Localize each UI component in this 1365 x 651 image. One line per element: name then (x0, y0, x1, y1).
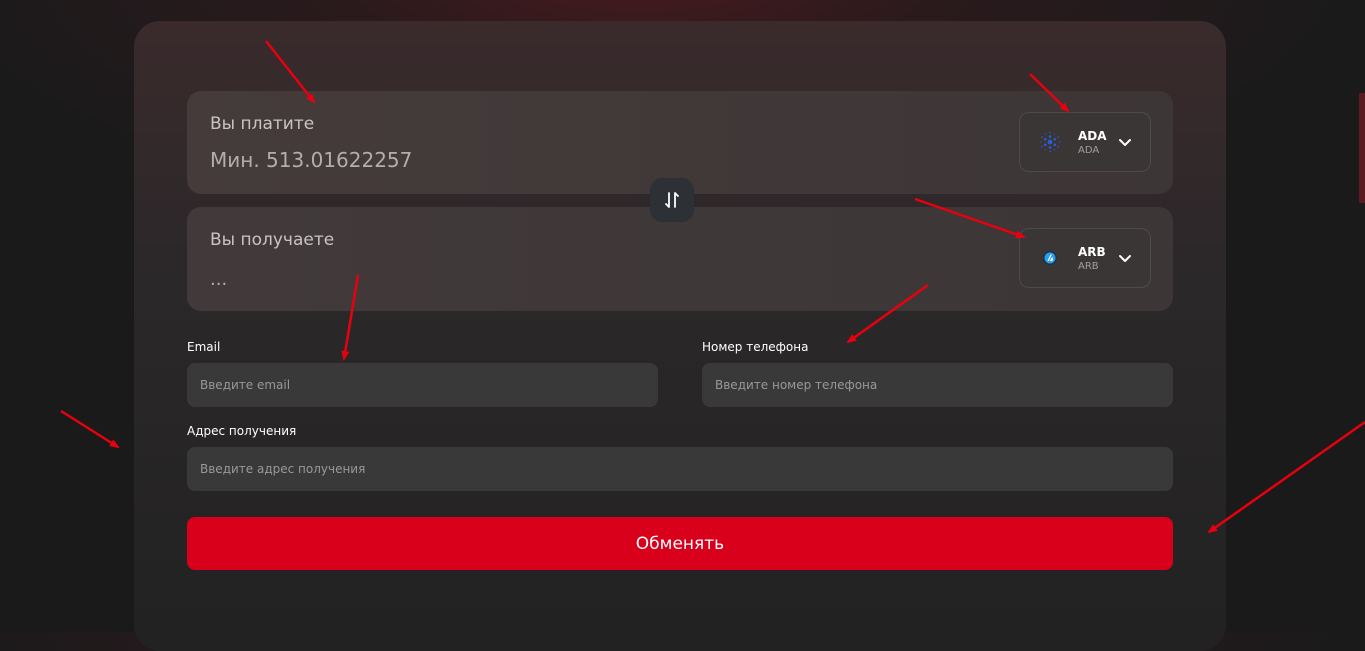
receive-coin-name: ARB (1078, 245, 1106, 259)
cardano-logo-icon (1039, 131, 1061, 153)
receive-coin-ticker: ARB (1078, 261, 1099, 272)
pay-coin-ticker: ADA (1078, 145, 1100, 156)
scrollbar-thumb[interactable] (1359, 93, 1365, 203)
phone-field[interactable] (702, 363, 1173, 407)
receive-amount-value: ... (210, 269, 228, 290)
arbitrum-logo-icon (1043, 251, 1057, 265)
receive-label: Вы получаете (210, 230, 335, 250)
annotation-arrow (1207, 420, 1365, 534)
chevron-down-icon (1119, 139, 1131, 146)
swap-button[interactable] (650, 178, 694, 222)
address-field[interactable] (187, 447, 1173, 491)
annotation-arrow (60, 409, 120, 449)
address-label: Адрес получения (187, 424, 297, 438)
chevron-down-icon (1119, 255, 1131, 262)
email-label: Email (187, 340, 221, 354)
phone-label: Номер телефона (702, 340, 809, 354)
exchange-submit-button[interactable]: Обменять (187, 517, 1173, 570)
email-field[interactable] (187, 363, 658, 407)
receive-coin-select[interactable]: ARB ARB (1019, 228, 1151, 288)
swap-arrows-icon (665, 192, 679, 208)
pay-label: Вы платите (210, 114, 315, 134)
pay-amount-input[interactable]: Мин. 513.01622257 (210, 148, 412, 172)
pay-coin-select[interactable]: ADA ADA (1019, 112, 1151, 172)
pay-coin-name: ADA (1078, 129, 1107, 143)
receive-amount-box[interactable]: Вы получаете ... ARB ARB (187, 207, 1173, 311)
